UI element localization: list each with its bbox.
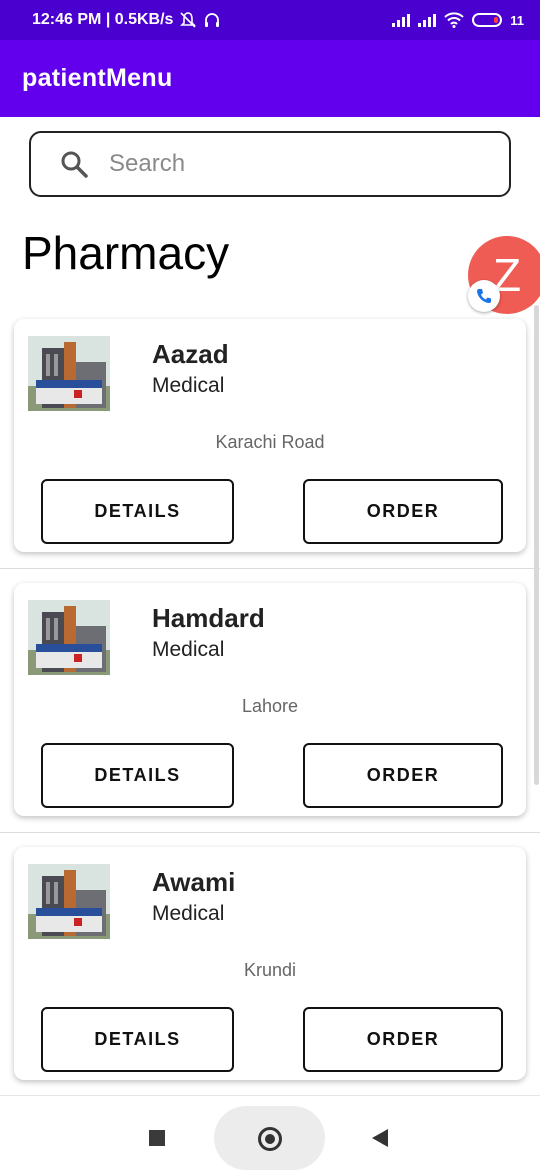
phone-icon[interactable]	[468, 280, 500, 312]
list-item: Hamdard Medical Lahore DETAILS ORDER	[0, 569, 540, 833]
headset-icon	[205, 13, 220, 27]
status-bar: 12:46 PM | 0.5KB/s 11	[0, 0, 540, 40]
pharmacy-location: Karachi Road	[215, 432, 325, 452]
battery-icon	[472, 13, 503, 27]
back-icon[interactable]	[372, 1129, 388, 1147]
signal-icon-2	[418, 13, 437, 27]
search-input[interactable]	[107, 149, 451, 179]
app-title: patientMenu	[22, 64, 173, 92]
pharmacy-type: Medical	[152, 374, 225, 397]
status-time: 12:46 PM | 0.5KB/s	[32, 11, 174, 28]
system-nav-bar	[0, 1095, 540, 1171]
search-icon	[61, 151, 88, 178]
status-left: 12:46 PM | 0.5KB/s	[32, 11, 221, 29]
search-box[interactable]	[29, 131, 511, 197]
details-button[interactable]: DETAILS	[41, 1007, 234, 1072]
recents-icon[interactable]	[149, 1130, 165, 1146]
list-item: Aazad Medical Karachi Road DETAILS ORDER	[0, 305, 540, 569]
pharmacy-type: Medical	[152, 902, 225, 925]
details-button[interactable]: DETAILS	[41, 479, 234, 544]
details-button[interactable]: DETAILS	[41, 743, 234, 808]
scrollbar[interactable]	[534, 305, 539, 785]
pharmacy-card[interactable]: Hamdard Medical Lahore DETAILS ORDER	[14, 583, 526, 816]
pharmacy-type: Medical	[152, 638, 225, 661]
building-thumbnail	[28, 600, 110, 675]
pharmacy-location: Krundi	[243, 960, 297, 980]
pharmacy-card[interactable]: Aazad Medical Karachi Road DETAILS ORDER	[14, 319, 526, 552]
mute-bell-icon	[180, 12, 197, 28]
building-thumbnail	[28, 336, 110, 411]
signal-icon	[392, 13, 411, 27]
building-thumbnail	[28, 864, 110, 939]
order-button[interactable]: ORDER	[303, 743, 503, 808]
list-item: Awami Medical Krundi DETAILS ORDER	[0, 833, 540, 1097]
home-icon[interactable]	[258, 1127, 282, 1151]
app-bar: patientMenu	[0, 40, 540, 117]
order-button[interactable]: ORDER	[303, 1007, 503, 1072]
pharmacy-name: Aazad	[152, 339, 229, 369]
wifi-icon	[444, 12, 464, 28]
order-button[interactable]: ORDER	[303, 479, 503, 544]
page-title: Pharmacy	[22, 227, 230, 279]
pharmacy-list[interactable]: Aazad Medical Karachi Road DETAILS ORDER…	[0, 305, 540, 1097]
battery-level: 11	[510, 12, 524, 28]
pharmacy-name: Awami	[152, 867, 236, 897]
pharmacy-card[interactable]: Awami Medical Krundi DETAILS ORDER	[14, 847, 526, 1080]
pharmacy-location: Lahore	[241, 696, 299, 716]
status-right: 11	[392, 12, 524, 28]
phone-glyph	[477, 289, 491, 303]
pharmacy-name: Hamdard	[152, 603, 265, 633]
